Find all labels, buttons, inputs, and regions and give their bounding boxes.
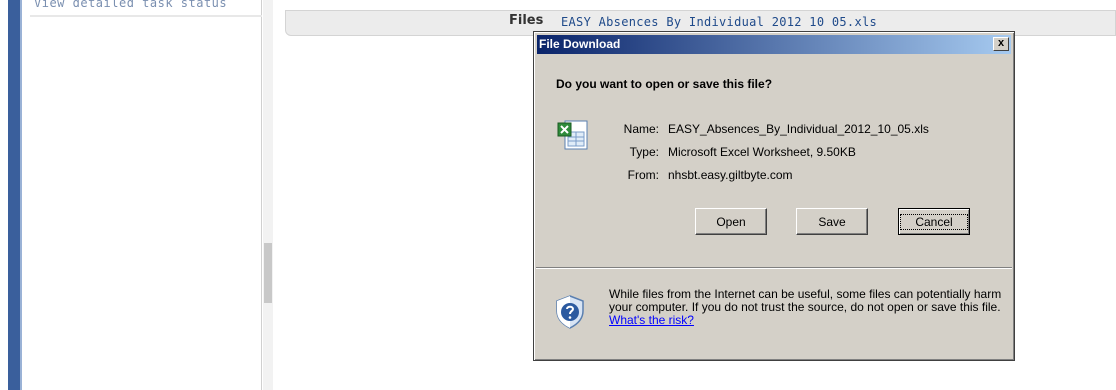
type-value: Microsoft Excel Worksheet, 9.50KB bbox=[668, 145, 856, 159]
whats-the-risk-link[interactable]: What's the risk? bbox=[609, 313, 694, 327]
from-label: From: bbox=[627, 168, 659, 182]
left-accent-edge bbox=[20, 0, 22, 390]
close-icon: x bbox=[997, 37, 1005, 49]
excel-file-icon bbox=[557, 120, 588, 150]
file-link[interactable]: EASY Absences By Individual 2012 10 05.x… bbox=[561, 15, 877, 29]
save-button-label: Save bbox=[818, 214, 846, 229]
security-shield-icon bbox=[556, 295, 584, 329]
files-label: Files bbox=[509, 13, 544, 28]
name-label: Name: bbox=[623, 122, 659, 136]
type-label: Type: bbox=[629, 145, 659, 159]
splitter-handle[interactable] bbox=[264, 243, 272, 303]
view-task-status-link[interactable]: View detailed task status bbox=[34, 0, 227, 10]
from-value: nhsbt.easy.giltbyte.com bbox=[668, 168, 793, 182]
left-accent-bar bbox=[8, 0, 20, 390]
sidebar-divider bbox=[30, 15, 262, 17]
open-button-label: Open bbox=[716, 214, 746, 229]
dialog-separator bbox=[536, 267, 1012, 269]
security-warning: While files from the Internet can be use… bbox=[609, 288, 1004, 327]
sidebar-panel: View detailed task status bbox=[30, 0, 262, 390]
dialog-question: Do you want to open or save this file? bbox=[556, 77, 773, 91]
dialog-title: File Download bbox=[539, 37, 621, 51]
open-button[interactable]: Open bbox=[695, 208, 767, 235]
save-button[interactable]: Save bbox=[796, 208, 868, 235]
dialog-titlebar[interactable]: File Download x bbox=[537, 35, 1011, 54]
cancel-button-label: Cancel bbox=[900, 213, 968, 230]
splitter-track[interactable] bbox=[263, 0, 273, 390]
name-value: EASY_Absences_By_Individual_2012_10_05.x… bbox=[668, 122, 929, 136]
warning-text: While files from the Internet can be use… bbox=[609, 287, 1002, 314]
file-download-dialog: File Download x Do you want to open or s… bbox=[533, 31, 1015, 361]
close-button[interactable]: x bbox=[993, 37, 1009, 51]
cancel-button[interactable]: Cancel bbox=[898, 208, 970, 235]
